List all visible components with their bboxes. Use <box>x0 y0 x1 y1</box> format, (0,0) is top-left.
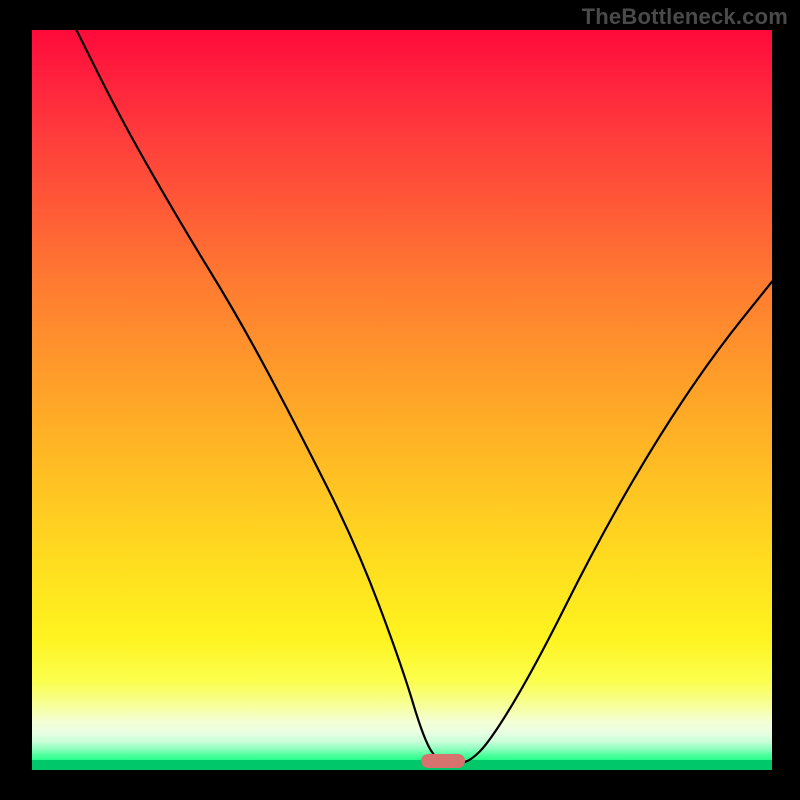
optimal-marker <box>421 754 465 768</box>
watermark-text: TheBottleneck.com <box>582 4 788 30</box>
plot-area <box>32 30 772 770</box>
chart-frame: TheBottleneck.com <box>0 0 800 800</box>
bottleneck-curve <box>76 30 772 763</box>
curve-svg <box>32 30 772 770</box>
